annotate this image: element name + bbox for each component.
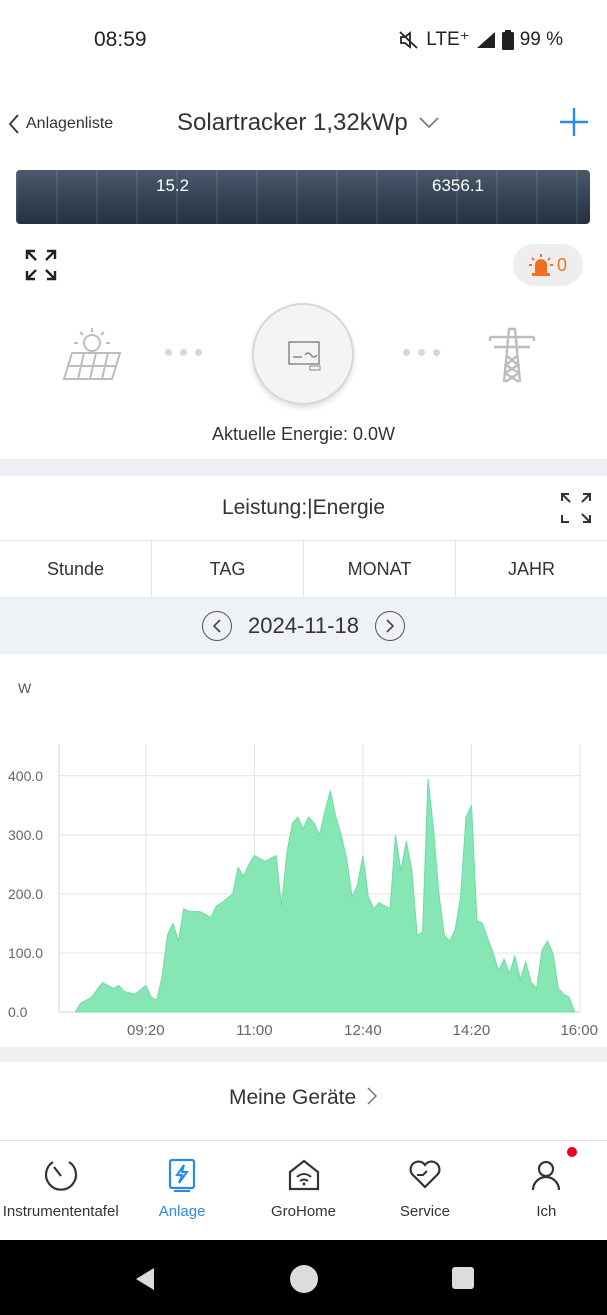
nav-anlage[interactable]: Anlage — [121, 1141, 242, 1240]
signal-icon — [476, 31, 495, 48]
alarm-icon — [528, 254, 553, 276]
person-icon — [532, 1160, 561, 1191]
section-divider — [0, 1047, 607, 1062]
banner-value-left: 15.2 — [156, 176, 190, 195]
power-area-series — [74, 778, 576, 1013]
home-nav-button[interactable] — [289, 1264, 319, 1294]
chart-expand-icon[interactable] — [560, 492, 592, 524]
chevron-left-icon — [212, 619, 221, 633]
alarm-count: 0 — [556, 254, 567, 275]
chart-title[interactable]: Leistung:|Energie — [0, 496, 607, 520]
nav-label: Ich — [536, 1203, 557, 1220]
network-label: LTE⁺ — [426, 29, 470, 50]
back-nav-button[interactable] — [132, 1266, 158, 1292]
my-devices-link[interactable]: Meine Geräte — [0, 1086, 607, 1110]
status-bar: 08:59 LTE⁺ 99 % — [0, 0, 607, 80]
flow-dots-left — [165, 349, 202, 356]
nav-label: GroHome — [271, 1203, 337, 1220]
back-button[interactable]: Anlagenliste — [8, 113, 113, 135]
mute-icon — [399, 30, 418, 49]
home-wifi-icon — [288, 1159, 319, 1191]
chevron-left-icon — [8, 114, 19, 134]
nav-instrumententafel[interactable]: Instrumententafel — [0, 1141, 121, 1240]
nav-ich[interactable]: Ich — [486, 1141, 607, 1240]
system-navigation-bar — [0, 1240, 607, 1315]
x-tick-label: 09:20 — [127, 1022, 165, 1039]
period-tabs: Stunde TAG MONAT JAHR — [0, 540, 607, 598]
grid-tower-icon — [488, 327, 536, 383]
y-tick-label: 300.0 — [8, 827, 43, 843]
current-energy-label: Aktuelle Energie: 0.0W — [211, 424, 396, 444]
section-divider — [0, 459, 607, 476]
tab-jahr[interactable]: JAHR — [456, 541, 607, 597]
tab-tag[interactable]: TAG — [152, 541, 304, 597]
y-tick-label: 100.0 — [8, 945, 43, 961]
app-header: Anlagenliste Solartracker 1,32kWp — [0, 95, 607, 155]
selected-date[interactable]: 2024-11-18 — [248, 613, 359, 639]
inverter-icon — [288, 341, 321, 371]
lightning-icon — [169, 1158, 196, 1192]
recents-nav-button[interactable] — [451, 1266, 475, 1290]
x-tick-label: 14:20 — [453, 1022, 491, 1039]
battery-icon — [501, 29, 514, 50]
y-tick-label: 400.0 — [8, 768, 43, 784]
inverter-button[interactable] — [252, 303, 354, 405]
heart-icon — [409, 1160, 441, 1189]
chevron-down-icon — [419, 117, 439, 129]
notification-dot — [567, 1147, 578, 1157]
x-tick-label: 12:40 — [344, 1022, 382, 1039]
tab-monat[interactable]: MONAT — [304, 541, 456, 597]
nav-label: Service — [399, 1203, 450, 1220]
status-time: 08:59 — [94, 28, 147, 51]
nav-service[interactable]: Service — [364, 1141, 485, 1240]
nav-grohome[interactable]: GroHome — [243, 1141, 364, 1240]
chart-unit-label: W — [18, 680, 32, 696]
my-devices-label: Meine Geräte — [228, 1086, 357, 1109]
alarm-badge[interactable]: 0 — [513, 244, 583, 286]
tab-stunde[interactable]: Stunde — [0, 541, 152, 597]
plant-selector[interactable]: Solartracker 1,32kWp — [177, 109, 440, 137]
x-tick-label: 16:00 — [560, 1022, 598, 1039]
page-title: Solartracker 1,32kWp — [177, 109, 408, 136]
next-date-button[interactable] — [374, 611, 405, 641]
nav-label: Anlage — [158, 1203, 206, 1220]
date-selector: 2024-11-18 — [0, 598, 607, 654]
x-tick-label: 11:00 — [236, 1022, 272, 1039]
back-label: Anlagenliste — [26, 115, 114, 132]
banner-value-right: 6356.1 — [432, 176, 484, 195]
y-tick-label: 200.0 — [8, 886, 43, 902]
status-icons: LTE⁺ 99 % — [398, 28, 563, 51]
expand-icon[interactable] — [24, 248, 58, 282]
gauge-icon — [44, 1161, 77, 1191]
chevron-right-icon — [386, 619, 395, 633]
y-tick-label: 0.0 — [8, 1004, 28, 1020]
power-chart: 0.0 100.0 200.0 300.0 400.0 09:20 11:00 12:40 14… — [8, 744, 598, 1039]
nav-label: Instrumententafel — [2, 1203, 119, 1220]
plant-banner: 15.2 6356.1 — [16, 170, 590, 224]
battery-level: 99 % — [519, 28, 563, 50]
banner-photo — [16, 170, 590, 224]
solar-panel-icon — [62, 328, 122, 380]
flow-dots-right — [403, 349, 440, 356]
bottom-navigation: Instrumententafel Anlage GroHome Service — [0, 1140, 607, 1240]
previous-date-button[interactable] — [202, 611, 233, 641]
add-plant-button[interactable] — [557, 105, 591, 139]
chevron-right-icon — [367, 1087, 378, 1105]
